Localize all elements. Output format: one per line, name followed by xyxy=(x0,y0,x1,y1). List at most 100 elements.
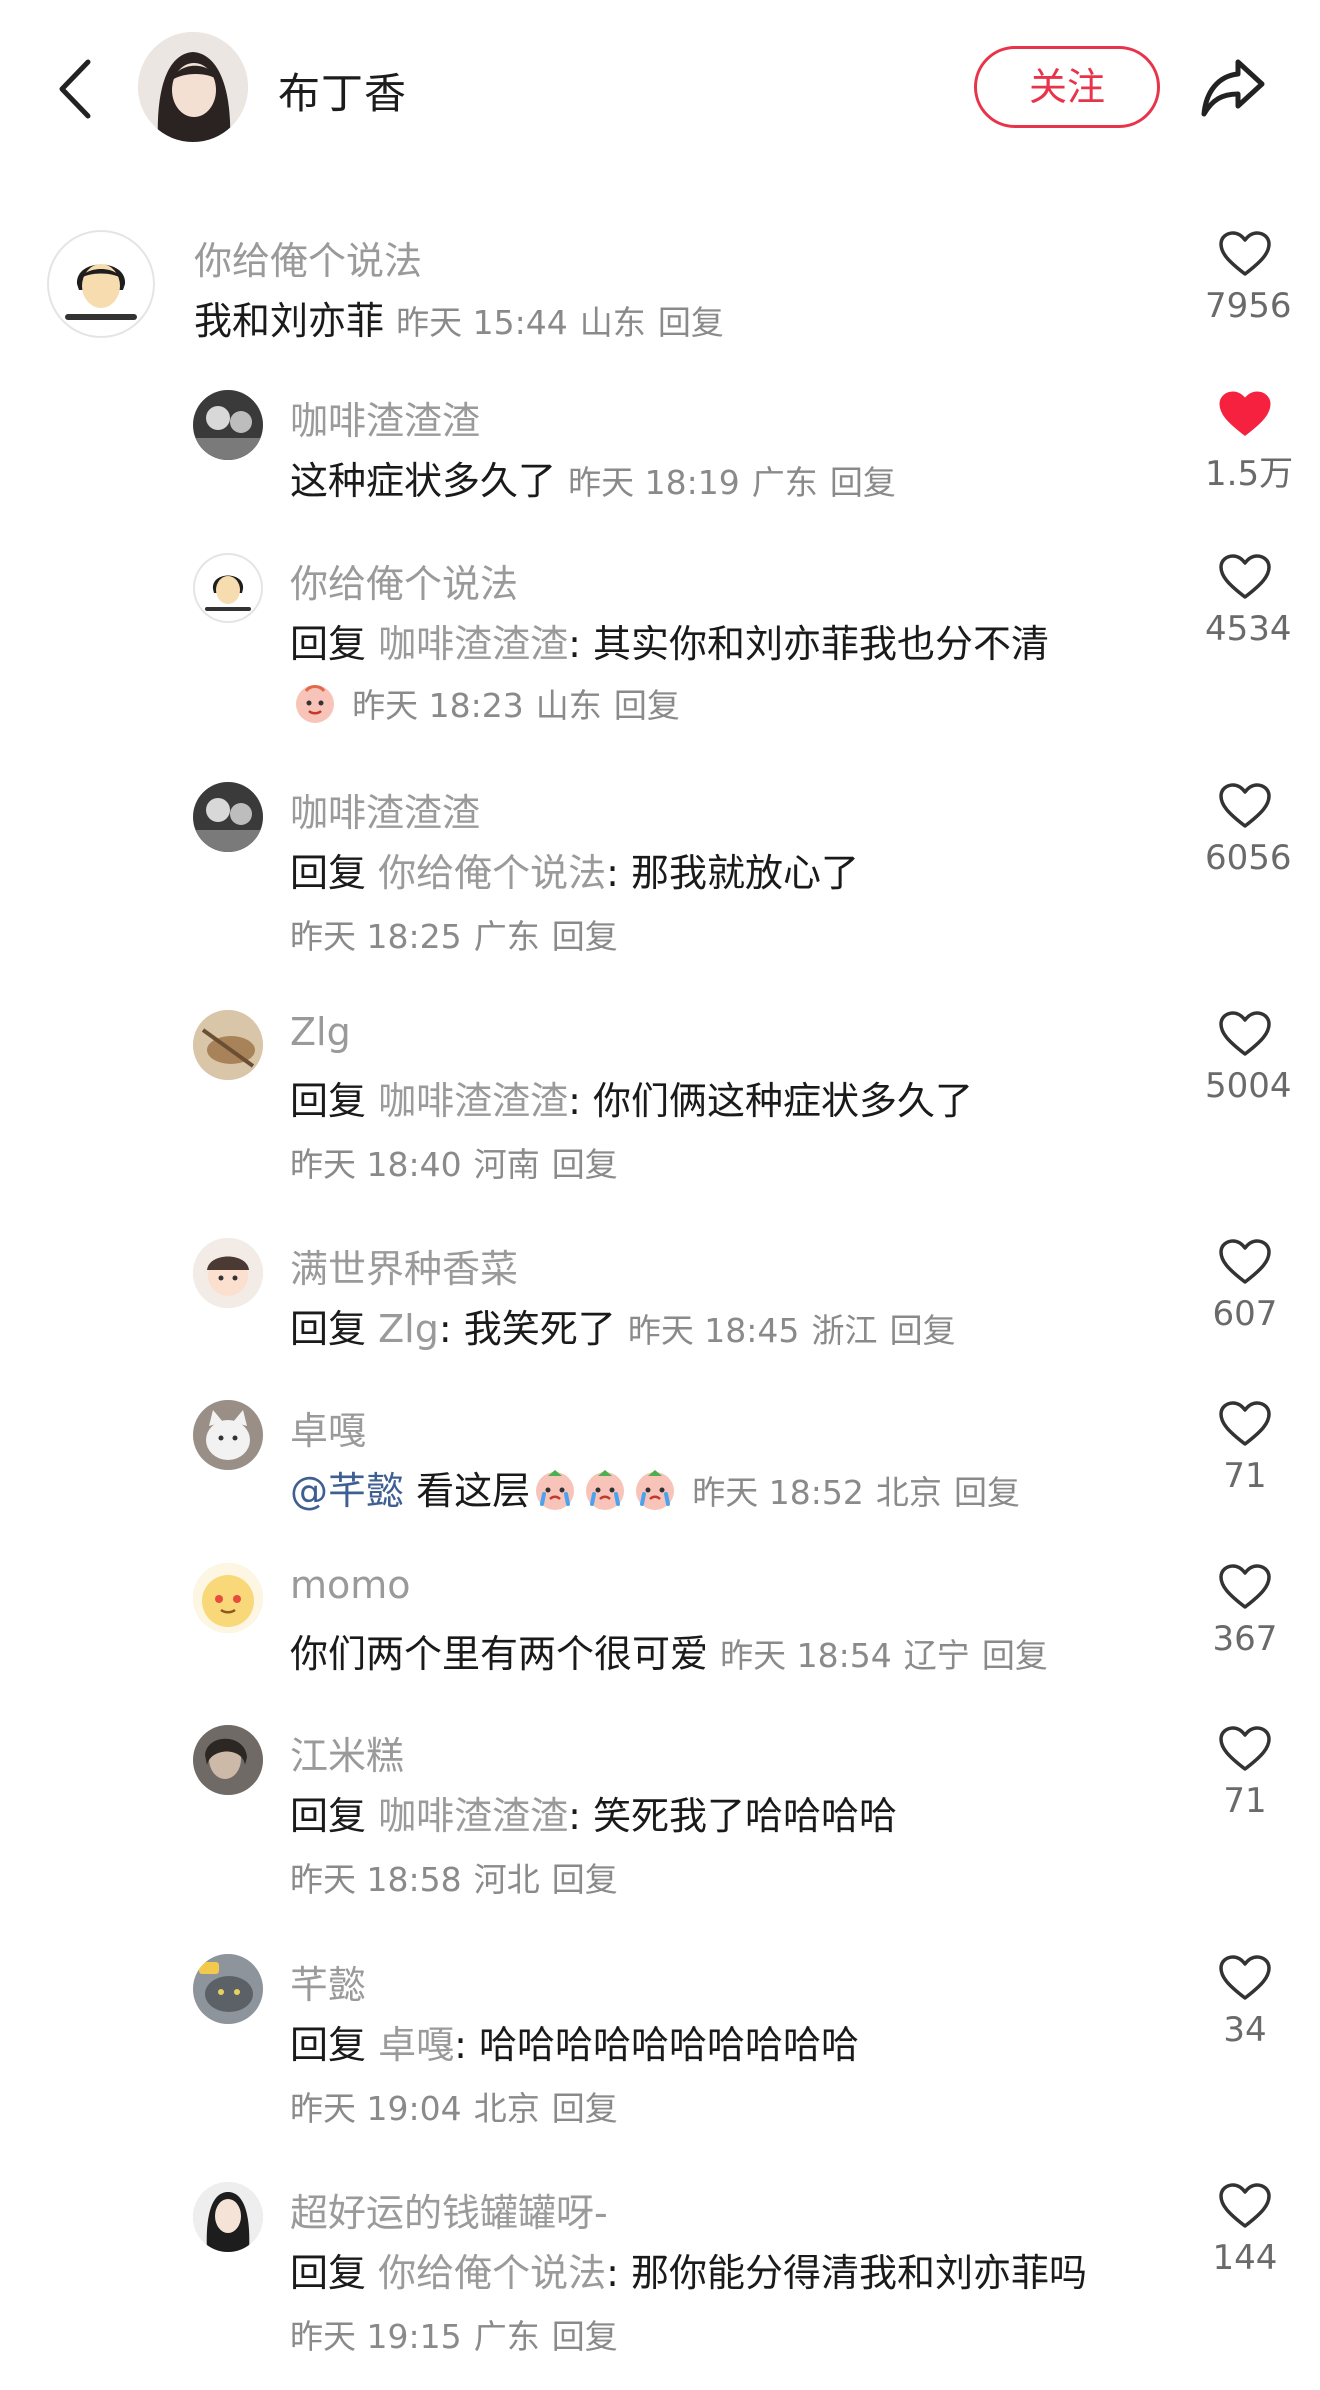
comment-location: 山东 xyxy=(579,303,646,342)
like-button[interactable]: 367 xyxy=(1205,1563,1285,1659)
like-button[interactable]: 7956 xyxy=(1205,230,1292,326)
like-button[interactable]: 4534 xyxy=(1205,553,1292,649)
reply-prefix: 回复 xyxy=(290,1307,367,1351)
like-count: 607 xyxy=(1212,1294,1278,1334)
reply-to-user[interactable]: 你给俺个说法 xyxy=(378,2251,606,2295)
comment-text: 你们两个里有两个很可爱 昨天 18:54 辽宁 回复 xyxy=(290,1623,1048,1678)
comment-meta: 昨天 18:23 山东 回复 xyxy=(290,679,680,727)
like-button[interactable]: 5004 xyxy=(1205,1010,1292,1106)
comment-body: : 其实你和刘亦菲我也分不清 xyxy=(568,622,1050,666)
comment-body: : 那我就放心了 xyxy=(606,851,860,895)
follow-button[interactable]: 关注 xyxy=(974,46,1160,128)
like-button[interactable]: 71 xyxy=(1205,1400,1285,1496)
comment-location: 北京 xyxy=(473,2089,540,2128)
comment-location: 河南 xyxy=(473,1145,540,1184)
reply-button[interactable]: 回复 xyxy=(658,303,724,342)
reply-button[interactable]: 回复 xyxy=(552,1860,618,1899)
like-count: 144 xyxy=(1212,2238,1278,2278)
reply-to-user[interactable]: 咖啡渣渣渣 xyxy=(378,1079,568,1123)
comment-username[interactable]: 你给俺个说法 xyxy=(290,553,518,608)
back-arrow-icon[interactable] xyxy=(52,56,98,122)
like-count: 71 xyxy=(1223,1456,1267,1496)
like-button[interactable]: 6056 xyxy=(1205,782,1292,878)
comment-username[interactable]: Zlg xyxy=(290,1010,351,1054)
reply-prefix: 回复 xyxy=(290,1079,367,1123)
like-count: 4534 xyxy=(1205,609,1292,649)
reply-button[interactable]: 回复 xyxy=(552,917,618,956)
like-count: 71 xyxy=(1223,1781,1267,1821)
reply-button[interactable]: 回复 xyxy=(552,2089,618,2128)
avatar[interactable] xyxy=(47,230,155,338)
comment-text: 回复 你给俺个说法: 那你能分得清我和刘亦菲吗 xyxy=(290,2242,1087,2297)
reply-button[interactable]: 回复 xyxy=(982,1636,1048,1675)
comment-text: 这种症状多久了 昨天 18:19 广东 回复 xyxy=(290,450,896,505)
comment-username[interactable]: 你给俺个说法 xyxy=(194,230,422,285)
like-count: 5004 xyxy=(1205,1066,1292,1106)
like-button[interactable]: 607 xyxy=(1205,1238,1285,1334)
comment-meta: 昨天 18:40 河南 回复 xyxy=(290,1138,618,1186)
avatar[interactable] xyxy=(193,1400,263,1470)
avatar[interactable] xyxy=(193,2182,263,2252)
comment-username[interactable]: 超好运的钱罐罐呀- xyxy=(290,2182,608,2237)
comment-location: 河北 xyxy=(473,1860,540,1899)
like-count: 34 xyxy=(1223,2010,1267,2050)
share-icon[interactable] xyxy=(1198,54,1268,120)
like-button[interactable]: 34 xyxy=(1205,1954,1285,2050)
comment-meta: 昨天 18:58 河北 回复 xyxy=(290,1853,618,1901)
comment-username[interactable]: 芊懿 xyxy=(290,1954,366,2009)
comment-username[interactable]: 江米糕 xyxy=(290,1725,404,1780)
avatar[interactable] xyxy=(193,390,263,460)
comment-time: 昨天 19:04 xyxy=(290,2089,462,2128)
comment-time: 昨天 18:19 xyxy=(568,463,740,502)
comment-username[interactable]: 咖啡渣渣渣 xyxy=(290,782,480,837)
avatar[interactable] xyxy=(193,1954,263,2024)
reply-button[interactable]: 回复 xyxy=(552,2317,618,2356)
avatar[interactable] xyxy=(193,1725,263,1795)
reply-to-user[interactable]: Zlg xyxy=(378,1307,439,1351)
reply-to-user[interactable]: 你给俺个说法 xyxy=(378,851,606,895)
avatar[interactable] xyxy=(193,1010,263,1080)
avatar[interactable] xyxy=(193,1563,263,1633)
comment-meta: 昨天 18:25 广东 回复 xyxy=(290,910,618,958)
reply-to-user[interactable]: 卓嘎 xyxy=(378,2023,454,2067)
comment-body: : 哈哈哈哈哈哈哈哈哈哈 xyxy=(454,2023,860,2067)
comment-body: 你们两个里有两个很可爱 xyxy=(290,1632,709,1676)
avatar[interactable] xyxy=(193,782,263,852)
comment-body: 看这层 xyxy=(416,1469,531,1513)
like-button[interactable]: 1.5万 xyxy=(1205,390,1293,495)
profile-avatar[interactable] xyxy=(138,32,248,142)
comment-username[interactable]: 咖啡渣渣渣 xyxy=(290,390,480,445)
reply-button[interactable]: 回复 xyxy=(614,686,680,725)
comment-username[interactable]: 满世界种香菜 xyxy=(290,1238,518,1293)
comment-location: 广东 xyxy=(473,2317,540,2356)
comment-time: 昨天 18:25 xyxy=(290,917,462,956)
reply-button[interactable]: 回复 xyxy=(890,1311,956,1350)
comment-username[interactable]: 卓嘎 xyxy=(290,1400,366,1455)
comment-time: 昨天 18:45 xyxy=(627,1311,800,1350)
reply-prefix: 回复 xyxy=(290,622,367,666)
like-button[interactable]: 144 xyxy=(1205,2182,1285,2278)
reply-button[interactable]: 回复 xyxy=(954,1473,1020,1512)
like-button[interactable]: 71 xyxy=(1205,1725,1285,1821)
comment-username[interactable]: momo xyxy=(290,1563,411,1607)
crying-emoji-icon xyxy=(636,1470,675,1510)
heart-icon xyxy=(1219,2183,1271,2228)
comment-location: 北京 xyxy=(875,1473,942,1512)
comment-time: 昨天 18:58 xyxy=(290,1860,462,1899)
reply-button[interactable]: 回复 xyxy=(552,1145,618,1184)
heart-filled-icon xyxy=(1219,391,1271,436)
reply-to-user[interactable]: 咖啡渣渣渣 xyxy=(378,622,568,666)
reply-to-user[interactable]: 咖啡渣渣渣 xyxy=(378,1794,568,1838)
avatar[interactable] xyxy=(193,553,263,623)
comment-text: 回复 咖啡渣渣渣: 你们俩这种症状多久了 xyxy=(290,1070,973,1125)
heart-icon xyxy=(1219,783,1271,828)
comment-text: 回复 卓嘎: 哈哈哈哈哈哈哈哈哈哈 xyxy=(290,2014,859,2069)
reply-prefix: 回复 xyxy=(290,1794,367,1838)
reply-button[interactable]: 回复 xyxy=(830,463,896,502)
avatar[interactable] xyxy=(193,1238,263,1308)
mention-link[interactable]: @芊懿 xyxy=(290,1469,404,1513)
comment-location: 广东 xyxy=(473,917,540,956)
like-count: 367 xyxy=(1212,1619,1278,1659)
comment-body: : 你们俩这种症状多久了 xyxy=(568,1079,974,1123)
comment-meta: 昨天 19:04 北京 回复 xyxy=(290,2082,618,2130)
